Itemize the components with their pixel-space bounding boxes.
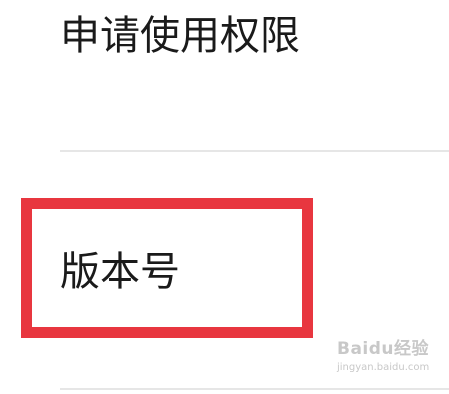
highlight-annotation-box [21, 198, 313, 338]
settings-screen: 申请使用权限 版本号 Baidu经验 jingyan.baidu.com [0, 0, 449, 394]
baidu-jingyan-watermark: Baidu经验 jingyan.baidu.com [337, 334, 437, 380]
divider [60, 150, 449, 152]
watermark-brand-text: Baidu经验 [337, 339, 430, 359]
watermark-url-text: jingyan.baidu.com [337, 362, 430, 373]
settings-item-request-permission[interactable]: 申请使用权限 [60, 16, 300, 56]
divider [60, 388, 449, 390]
